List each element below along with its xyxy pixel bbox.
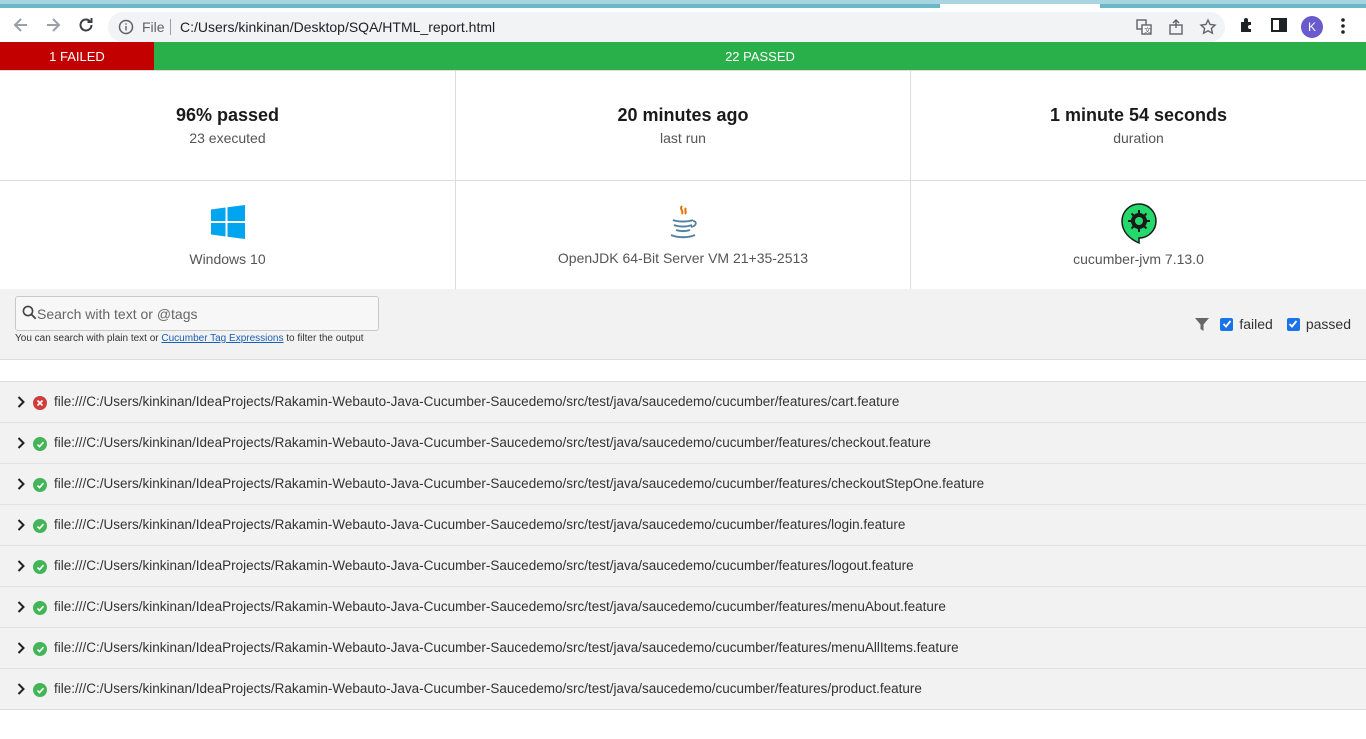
- jvm-cell: OpenJDK 64-Bit Server VM 21+35-2513: [456, 181, 911, 290]
- failed-filter-label[interactable]: failed: [1239, 316, 1272, 332]
- translate-icon[interactable]: 文: [1135, 18, 1153, 36]
- chevron-right-icon[interactable]: [15, 437, 27, 449]
- address-bar[interactable]: File C:/Users/kinkinan/Desktop/SQA/HTML_…: [108, 12, 1225, 42]
- passed-status-icon: [33, 519, 47, 533]
- pass-rate-value: 96% passed: [175, 105, 280, 125]
- passed-status-icon: [33, 642, 47, 656]
- passed-status-icon: [33, 683, 47, 697]
- side-panel-icon[interactable]: [1270, 16, 1288, 34]
- passed-status-icon: [33, 560, 47, 574]
- avatar-letter: K: [1307, 20, 1316, 34]
- status-filter: failed passed: [1195, 316, 1351, 332]
- feature-list: file:///C:/Users/kinkinan/IdeaProjects/R…: [0, 381, 1366, 710]
- info-icon[interactable]: [118, 19, 134, 35]
- checkmark-icon: [1222, 320, 1232, 328]
- feature-row[interactable]: file:///C:/Users/kinkinan/IdeaProjects/R…: [0, 505, 1366, 546]
- search-container[interactable]: [15, 296, 379, 331]
- chevron-right-icon[interactable]: [15, 601, 27, 613]
- feature-row[interactable]: file:///C:/Users/kinkinan/IdeaProjects/R…: [0, 669, 1366, 710]
- feature-path[interactable]: file:///C:/Users/kinkinan/IdeaProjects/R…: [54, 599, 946, 614]
- chevron-right-icon[interactable]: [15, 642, 27, 654]
- feature-row[interactable]: file:///C:/Users/kinkinan/IdeaProjects/R…: [0, 546, 1366, 587]
- back-button[interactable]: [10, 14, 32, 36]
- pass-rate-cell: 96% passed 23 executed: [0, 71, 456, 181]
- failed-checkbox[interactable]: [1220, 317, 1234, 331]
- url-text[interactable]: C:/Users/kinkinan/Desktop/SQA/HTML_repor…: [180, 19, 495, 35]
- feature-row[interactable]: file:///C:/Users/kinkinan/IdeaProjects/R…: [0, 464, 1366, 505]
- arrow-left-icon: [13, 18, 27, 32]
- search-panel: You can search with plain text or Cucumb…: [0, 289, 1366, 360]
- feature-path[interactable]: file:///C:/Users/kinkinan/IdeaProjects/R…: [54, 640, 959, 655]
- feature-path[interactable]: file:///C:/Users/kinkinan/IdeaProjects/R…: [54, 517, 905, 532]
- executed-count: 23 executed: [189, 130, 266, 146]
- summary-panel: 96% passed 23 executed 20 minutes ago la…: [0, 70, 1366, 290]
- runner-cell: cucumber-jvm 7.13.0: [911, 181, 1366, 290]
- tab-strip: [0, 4, 940, 8]
- results-status-bar: 1 FAILED 22 PASSED: [0, 42, 1366, 70]
- chevron-right-icon[interactable]: [15, 683, 27, 695]
- passed-status-icon: [33, 601, 47, 615]
- feature-path[interactable]: file:///C:/Users/kinkinan/IdeaProjects/R…: [54, 394, 899, 409]
- file-label: File: [142, 19, 165, 35]
- feature-path[interactable]: file:///C:/Users/kinkinan/IdeaProjects/R…: [54, 681, 922, 696]
- failed-status-icon: [33, 396, 47, 410]
- search-help-prefix: You can search with plain text or: [15, 333, 162, 344]
- last-run-value: 20 minutes ago: [617, 105, 749, 125]
- reload-button[interactable]: [75, 14, 97, 36]
- feature-row[interactable]: file:///C:/Users/kinkinan/IdeaProjects/R…: [0, 423, 1366, 464]
- bookmark-star-icon[interactable]: [1199, 18, 1217, 36]
- search-help-text: You can search with plain text or Cucumb…: [15, 333, 364, 344]
- last-run-cell: 20 minutes ago last run: [456, 71, 911, 181]
- search-input[interactable]: [37, 302, 367, 326]
- browser-toolbar: File C:/Users/kinkinan/Desktop/SQA/HTML_…: [0, 0, 1366, 42]
- feature-row[interactable]: file:///C:/Users/kinkinan/IdeaProjects/R…: [0, 628, 1366, 669]
- feature-row[interactable]: file:///C:/Users/kinkinan/IdeaProjects/R…: [0, 382, 1366, 423]
- arrow-right-icon: [47, 18, 61, 32]
- chevron-right-icon[interactable]: [15, 560, 27, 572]
- profile-avatar[interactable]: K: [1301, 16, 1323, 38]
- divider: [170, 19, 171, 35]
- runner-name: cucumber-jvm 7.13.0: [1073, 251, 1204, 267]
- search-icon: [22, 305, 37, 320]
- search-help-suffix: to filter the output: [283, 333, 364, 344]
- feature-path[interactable]: file:///C:/Users/kinkinan/IdeaProjects/R…: [54, 435, 931, 450]
- passed-count-bar: 22 PASSED: [154, 42, 1366, 70]
- passed-filter-label[interactable]: passed: [1306, 316, 1351, 332]
- duration-label: duration: [1113, 130, 1164, 146]
- java-icon: [670, 205, 697, 239]
- cucumber-icon: [1120, 203, 1157, 244]
- passed-checkbox[interactable]: [1286, 317, 1300, 331]
- os-name: Windows 10: [189, 251, 266, 267]
- windows-icon: [210, 205, 245, 239]
- extensions-icon[interactable]: [1238, 16, 1256, 34]
- tab-strip-right: [1100, 4, 1366, 8]
- feature-path[interactable]: file:///C:/Users/kinkinan/IdeaProjects/R…: [54, 558, 914, 573]
- more-menu-icon[interactable]: [1336, 16, 1350, 36]
- chevron-right-icon[interactable]: [15, 478, 27, 490]
- feature-row[interactable]: file:///C:/Users/kinkinan/IdeaProjects/R…: [0, 587, 1366, 628]
- reload-icon: [79, 18, 93, 32]
- tag-expressions-link[interactable]: Cucumber Tag Expressions: [161, 333, 283, 344]
- forward-button[interactable]: [42, 14, 64, 36]
- chevron-right-icon[interactable]: [15, 519, 27, 531]
- svg-text:文: 文: [1144, 26, 1151, 35]
- os-cell: Windows 10: [0, 181, 456, 290]
- duration-value: 1 minute 54 seconds: [1049, 105, 1228, 125]
- filter-icon: [1195, 317, 1210, 331]
- checkmark-icon: [1289, 320, 1298, 328]
- chevron-right-icon[interactable]: [15, 396, 27, 408]
- passed-status-icon: [33, 437, 47, 451]
- duration-cell: 1 minute 54 seconds duration: [911, 71, 1366, 181]
- jvm-name: OpenJDK 64-Bit Server VM 21+35-2513: [557, 250, 809, 266]
- last-run-label: last run: [660, 130, 706, 146]
- failed-count-bar: 1 FAILED: [0, 42, 154, 70]
- share-icon[interactable]: [1167, 18, 1185, 36]
- passed-status-icon: [33, 478, 47, 492]
- feature-path[interactable]: file:///C:/Users/kinkinan/IdeaProjects/R…: [54, 476, 984, 491]
